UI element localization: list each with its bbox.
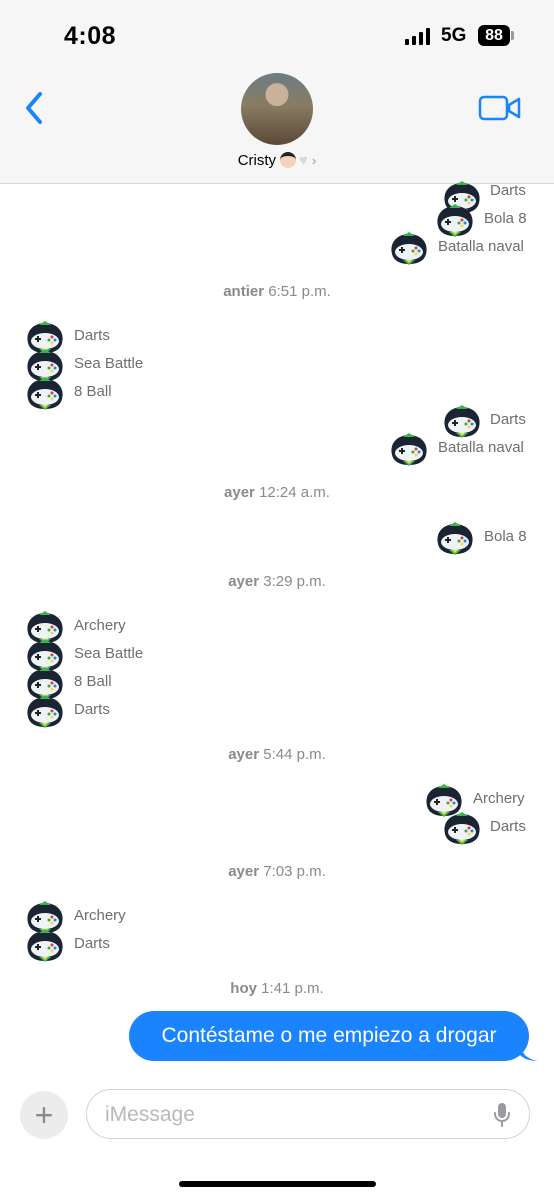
contact-name: Cristy	[237, 152, 277, 169]
game-sticker-icon[interactable]	[24, 929, 66, 963]
timestamp: ayer 3:29 p.m.	[228, 573, 326, 590]
game-label: 8 Ball	[74, 673, 112, 690]
game-label: Darts	[490, 818, 526, 835]
timestamp: ayer 12:24 a.m.	[224, 484, 330, 501]
plus-icon: +	[34, 1096, 54, 1133]
cellular-signal-icon	[405, 28, 430, 45]
game-label: Sea Battle	[74, 645, 144, 662]
video-call-button[interactable]	[478, 92, 522, 124]
game-label: Bola 8	[484, 528, 527, 545]
conversation-header: Cristy ♥ ›	[0, 66, 554, 184]
message-input[interactable]: iMessage	[86, 1089, 530, 1139]
back-button[interactable]	[18, 88, 52, 128]
contact-name-button[interactable]: Cristy ♥ ›	[0, 152, 554, 169]
bubble-tail	[520, 1045, 538, 1061]
timestamp: ayer 7:03 p.m.	[228, 863, 326, 880]
game-label: Archery	[74, 907, 126, 924]
status-bar: 4:08 5G 88	[0, 0, 554, 66]
game-label: Archery	[74, 617, 126, 634]
game-sticker-icon[interactable]	[434, 522, 476, 556]
game-sticker-icon[interactable]	[441, 405, 483, 439]
game-label: Darts	[74, 701, 110, 718]
contact-avatar[interactable]	[241, 73, 313, 145]
game-sticker-icon[interactable]	[24, 695, 66, 729]
game-sticker-icon[interactable]	[441, 812, 483, 846]
outgoing-message-bubble[interactable]: Contéstame o me empiezo a drogar	[129, 1011, 529, 1061]
game-label: Darts	[490, 411, 526, 428]
game-sticker-icon[interactable]	[388, 232, 430, 266]
game-label: Archery	[473, 790, 525, 807]
game-label: Batalla naval	[438, 439, 524, 456]
game-label: Batalla naval	[438, 238, 524, 255]
message-text: Contéstame o me empiezo a drogar	[161, 1024, 497, 1047]
game-sticker-icon[interactable]	[24, 377, 66, 411]
network-type: 5G	[441, 25, 467, 46]
game-label: Darts	[490, 182, 526, 199]
game-sticker-icon[interactable]	[388, 433, 430, 467]
game-label: Darts	[74, 327, 110, 344]
battery-level: 88	[485, 26, 503, 44]
microphone-icon[interactable]	[493, 1102, 511, 1128]
chevron-right-icon: ›	[311, 153, 317, 168]
white-heart-icon: ♥	[299, 152, 308, 169]
woman-emoji-icon	[280, 152, 297, 168]
message-input-placeholder: iMessage	[105, 1103, 195, 1126]
game-label: Sea Battle	[74, 355, 144, 372]
game-label: Bola 8	[484, 210, 527, 227]
home-indicator	[179, 1181, 376, 1187]
battery-icon: 88	[478, 25, 510, 46]
timestamp: antier 6:51 p.m.	[223, 283, 331, 300]
battery-tip	[511, 31, 514, 40]
game-label: Darts	[74, 935, 110, 952]
timestamp: ayer 5:44 p.m.	[228, 746, 326, 763]
game-sticker-icon[interactable]	[434, 204, 476, 238]
timestamp: hoy 1:41 p.m.	[230, 980, 324, 997]
status-time: 4:08	[64, 22, 117, 50]
game-label: 8 Ball	[74, 383, 112, 400]
plus-button[interactable]: +	[20, 1091, 68, 1139]
